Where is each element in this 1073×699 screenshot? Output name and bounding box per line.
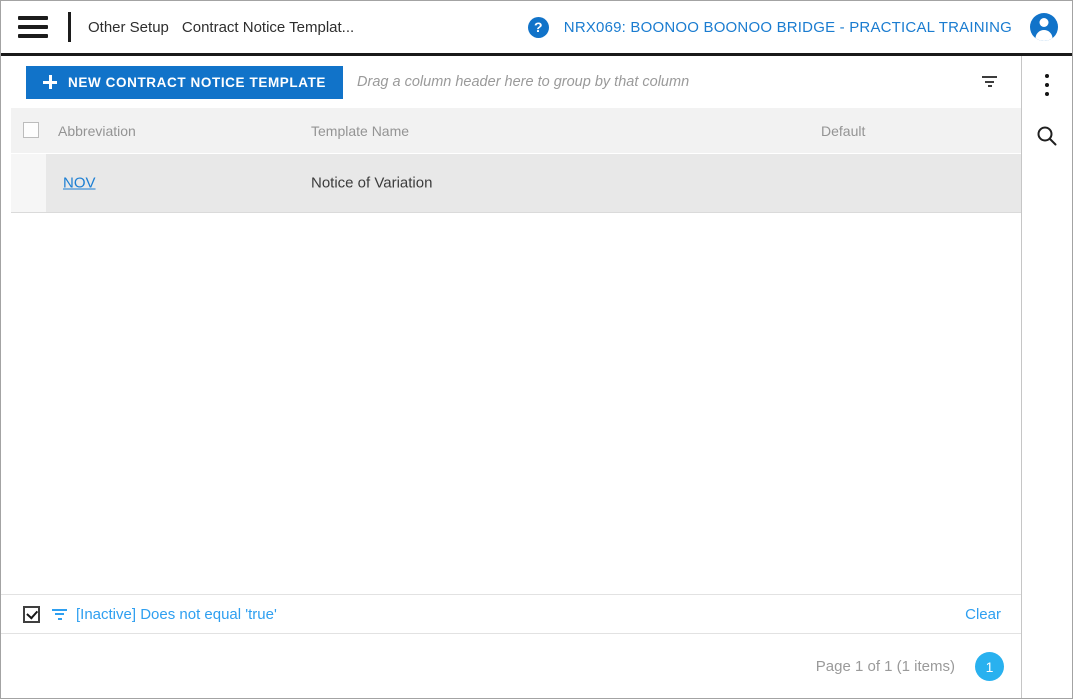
grid-filter-icon[interactable]: [982, 76, 997, 87]
breadcrumb: Other Setup Contract Notice Templat...: [88, 19, 354, 36]
breadcrumb-item-contract-notice-templates[interactable]: Contract Notice Templat...: [182, 19, 354, 36]
topbar-right: ? NRX069: BOONOO BOONOO BRIDGE - PRACTIC…: [528, 13, 1072, 41]
search-icon[interactable]: [1036, 125, 1058, 147]
pager-summary: Page 1 of 1 (1 items): [816, 658, 955, 675]
filter-enabled-checkbox[interactable]: [23, 606, 40, 623]
template-name-cell: Notice of Variation: [311, 175, 432, 192]
filter-condition-text[interactable]: [Inactive] Does not equal 'true': [76, 606, 277, 623]
abbreviation-link[interactable]: NOV: [63, 175, 96, 192]
column-header-abbreviation[interactable]: Abbreviation: [58, 123, 136, 139]
clear-filter-link[interactable]: Clear: [965, 606, 1001, 623]
app-window: Other Setup Contract Notice Templat... ?…: [0, 0, 1073, 699]
pager-bar: Page 1 of 1 (1 items) 1: [1, 635, 1021, 698]
grid-toolbar: NEW CONTRACT NOTICE TEMPLATE Drag a colu…: [1, 56, 1021, 108]
column-header-default[interactable]: Default: [821, 123, 865, 139]
new-contract-notice-template-button[interactable]: NEW CONTRACT NOTICE TEMPLATE: [26, 66, 343, 99]
help-icon[interactable]: ?: [528, 17, 549, 38]
breadcrumb-item-other-setup[interactable]: Other Setup: [88, 19, 169, 36]
select-all-checkbox[interactable]: [23, 122, 39, 138]
help-glyph: ?: [534, 19, 543, 35]
page-1-button[interactable]: 1: [975, 652, 1004, 681]
plus-icon: [43, 75, 57, 89]
user-avatar-icon[interactable]: [1030, 13, 1058, 41]
filter-condition-icon: [52, 609, 67, 620]
kebab-menu-icon[interactable]: [1041, 70, 1053, 100]
grid-header-row: Abbreviation Template Name Default: [11, 108, 1021, 153]
column-header-template-name[interactable]: Template Name: [311, 123, 409, 139]
menu-icon[interactable]: [18, 16, 48, 38]
top-bar: Other Setup Contract Notice Templat... ?…: [1, 1, 1072, 56]
table-row[interactable]: NOV Notice of Variation: [11, 154, 1021, 213]
topbar-divider: [68, 12, 71, 42]
group-by-hint: Drag a column header here to group by th…: [357, 74, 689, 90]
new-button-label: NEW CONTRACT NOTICE TEMPLATE: [68, 75, 326, 90]
avatar-shoulders-shape: [1036, 30, 1053, 41]
project-link[interactable]: NRX069: BOONOO BOONOO BRIDGE - PRACTICAL…: [564, 19, 1012, 36]
right-sidebar: [1021, 56, 1072, 698]
main-content: NEW CONTRACT NOTICE TEMPLATE Drag a colu…: [1, 56, 1021, 698]
avatar-head-shape: [1040, 18, 1049, 27]
row-select-cell[interactable]: [11, 154, 46, 212]
filter-bar: [Inactive] Does not equal 'true' Clear: [1, 594, 1021, 634]
